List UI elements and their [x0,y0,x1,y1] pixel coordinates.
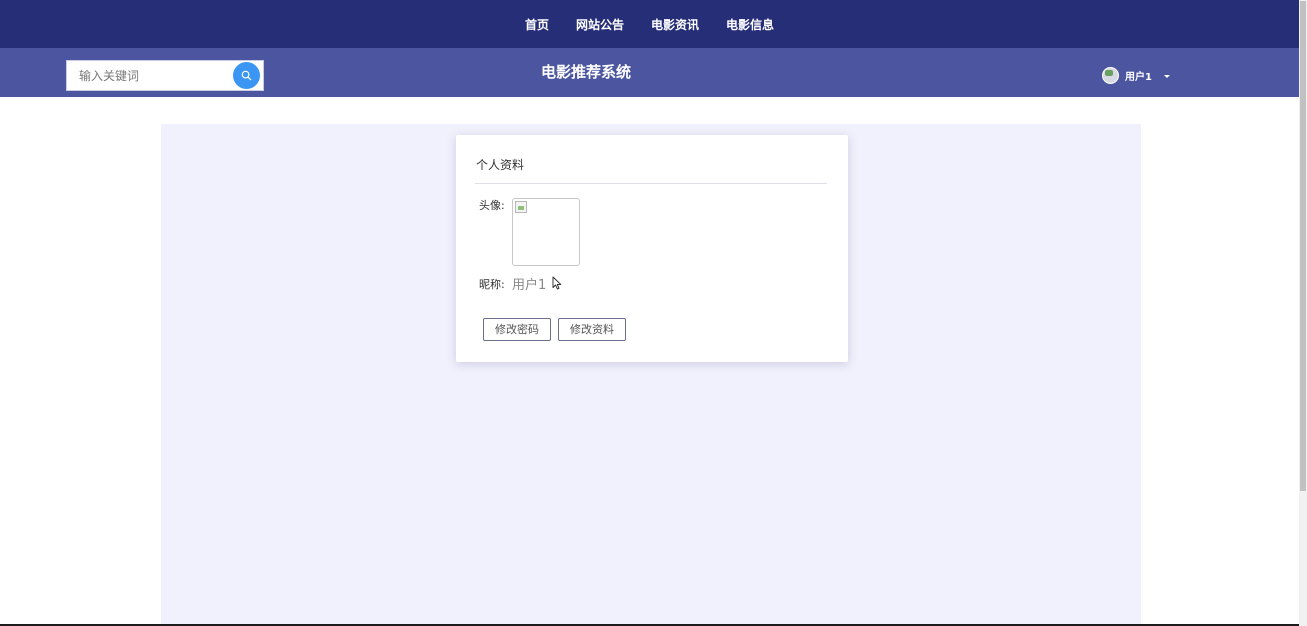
scrollbar-thumb[interactable] [1300,1,1306,491]
nav-item-movie-news[interactable]: 电影资讯 [651,16,699,33]
profile-title: 个人资料 [476,158,525,172]
nickname-value: 用户1 [512,278,547,293]
site-title: 电影推荐系统 [540,63,631,81]
user-name: 用户1 [1125,71,1152,83]
change-password-button[interactable]: 修改密码 [483,318,551,341]
profile-card: 个人资料 头像: 昵称: 用户1 修改密码 修改资料 [456,135,848,362]
mouse-cursor-icon [552,276,562,290]
avatar-label: 头像: [479,199,505,212]
nav-item-announcements[interactable]: 网站公告 [576,16,624,33]
profile-avatar [512,198,580,266]
nickname-label: 昵称: [479,278,505,291]
profile-divider [475,183,827,184]
nav-item-movie-info[interactable]: 电影信息 [726,16,774,33]
top-nav: 首页 网站公告 电影资讯 电影信息 [0,0,1299,48]
user-avatar [1102,66,1119,84]
user-menu[interactable]: 用户1 [1102,66,1170,84]
broken-image-icon [515,201,527,213]
sub-header: 电影推荐系统 用户1 [0,48,1299,97]
edit-profile-button[interactable]: 修改资料 [558,318,626,341]
caret-down-icon [1163,74,1170,78]
nav-item-home[interactable]: 首页 [525,16,549,33]
